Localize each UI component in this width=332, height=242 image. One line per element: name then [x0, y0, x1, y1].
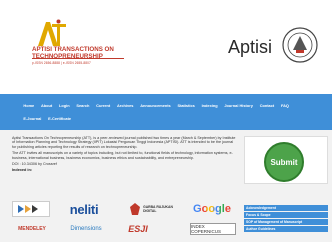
nav-e-certificate[interactable]: E-Certificate — [45, 116, 75, 121]
neliti-logo[interactable]: neliti — [56, 201, 112, 217]
aptisi-seal-icon — [282, 27, 318, 63]
nav-archives[interactable]: Archives — [114, 103, 137, 108]
journal-description: Aptisi Transactions On Technopreneurship… — [12, 136, 238, 160]
google-wordmark: Google — [193, 203, 231, 215]
nav-login[interactable]: Login — [56, 103, 73, 108]
aptisi-wordmark: Aptisi — [228, 37, 273, 57]
nav-about[interactable]: About — [38, 103, 56, 108]
garuda-icon — [130, 203, 141, 215]
nav-contact[interactable]: Contact — [256, 103, 277, 108]
issn-text: p-ISSN 2656-8888 | e-ISSN 2655-8807 — [32, 61, 91, 65]
site-header: APTISI TRANSACTIONS ON TECHNOPRENEURSHIP… — [0, 0, 332, 94]
crossref-icon — [18, 205, 38, 213]
main-navbar: Home About Login Search Current Archives… — [0, 94, 332, 130]
indexed-in-heading: Indexed in: — [12, 168, 33, 173]
dimensions-logo[interactable]: Dimensions — [58, 223, 114, 235]
esji-logo[interactable]: ESJI — [118, 223, 158, 235]
index-copernicus-logo[interactable]: INDEX COPERNICUS — [190, 223, 236, 235]
nav-journal-history[interactable]: Journal History — [221, 103, 256, 108]
crossref-logo[interactable] — [12, 201, 50, 217]
mendeley-logo[interactable]: MENDELEY — [12, 223, 52, 235]
garuda-line-2: DIGITAL — [143, 209, 157, 213]
submit-panel: Submit — [244, 136, 328, 184]
nav-search[interactable]: Search — [73, 103, 93, 108]
nav-e-journal[interactable]: E-Journal — [20, 116, 45, 121]
nav-row-primary: Home About Login Search Current Archives… — [20, 103, 292, 108]
description-paragraph-1: Aptisi Transactions On Technopreneurship… — [12, 136, 236, 149]
description-paragraph-2: The ATT invites all manuscripts on a var… — [12, 151, 233, 160]
nav-indexing[interactable]: Indexing — [198, 103, 221, 108]
sidebar-item-acknowledgement[interactable]: Acknowledgement — [244, 205, 328, 212]
google-scholar-logo[interactable]: Google — [188, 201, 236, 217]
att-logo-icon[interactable] — [32, 18, 68, 48]
index-logos: neliti GARBA RUJUKAN DIGITAL Google MEND… — [12, 201, 238, 241]
nav-faq[interactable]: FAQ — [278, 103, 293, 108]
sidebar: Submit Acknowledgement Focus & Scope SOP… — [244, 136, 328, 233]
main-content: Aptisi Transactions On Technopreneurship… — [12, 136, 238, 172]
title-divider — [32, 58, 124, 59]
nav-row-secondary: E-Journal E-Certificate — [20, 116, 74, 121]
doi-text: DOI : 10.34306 by Crossref — [12, 162, 57, 167]
submit-button[interactable]: Submit — [264, 142, 304, 182]
nav-announcements[interactable]: Announcements — [137, 103, 174, 108]
nav-statistics[interactable]: Statistics — [174, 103, 198, 108]
nav-current[interactable]: Current — [93, 103, 114, 108]
sidebar-item-sop-manuscript[interactable]: SOP of Management of Manuscript — [244, 218, 328, 226]
sidebar-menu: Acknowledgement Focus & Scope SOP of Man… — [244, 205, 328, 233]
sidebar-item-author-guidelines[interactable]: Author Guidelines — [244, 225, 328, 233]
garuda-logo[interactable]: GARBA RUJUKAN DIGITAL — [120, 201, 182, 217]
nav-home[interactable]: Home — [20, 103, 38, 108]
sidebar-item-focus-scope[interactable]: Focus & Scope — [244, 211, 328, 219]
